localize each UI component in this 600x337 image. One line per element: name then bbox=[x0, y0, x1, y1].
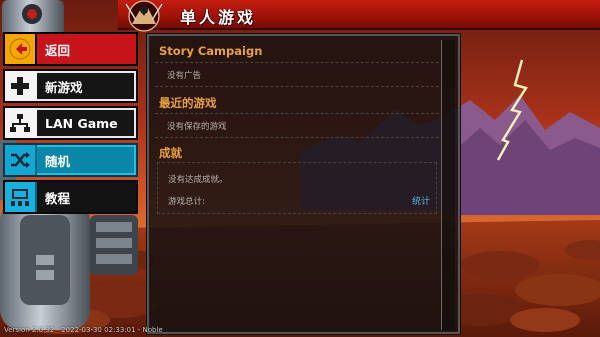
recent-games-status: 没有保存的游戏 bbox=[167, 122, 227, 132]
divider bbox=[155, 62, 439, 63]
achievements-title: 成就 bbox=[159, 146, 182, 160]
divider bbox=[155, 137, 439, 138]
panel-scrollbar-track[interactable] bbox=[441, 40, 455, 330]
plus-icon bbox=[5, 71, 37, 101]
warrior-emblem-icon bbox=[125, 0, 163, 32]
random-button[interactable]: 随机 bbox=[3, 143, 138, 177]
tutorial-button-label: 教程 bbox=[45, 190, 71, 206]
shuffle-icon bbox=[5, 145, 37, 175]
random-button-label: 随机 bbox=[45, 153, 71, 169]
achievements-box: 没有达成成就。 游戏总计: 统计 bbox=[157, 162, 437, 214]
tutorial-icon bbox=[5, 182, 37, 212]
games-total-label: 游戏总计: bbox=[168, 197, 205, 207]
story-campaign-title: Story Campaign bbox=[159, 44, 263, 58]
network-icon bbox=[5, 108, 37, 138]
new-game-button[interactable]: 新游戏 bbox=[3, 69, 138, 103]
story-campaign-status: 没有广告 bbox=[167, 71, 202, 81]
page-title: 单人游戏 bbox=[180, 8, 257, 27]
new-game-button-label: 新游戏 bbox=[45, 79, 83, 95]
version-text: Version 2.0.32 - 2022-03-30 02:33:01 - N… bbox=[4, 326, 163, 334]
lan-game-button[interactable]: LAN Game bbox=[3, 106, 138, 140]
divider bbox=[155, 113, 439, 114]
side-menu: 返回 新游戏 LAN Game 随机 教程 bbox=[3, 32, 138, 217]
tutorial-button[interactable]: 教程 bbox=[3, 180, 138, 214]
back-button-label: 返回 bbox=[45, 42, 71, 58]
statistics-link[interactable]: 统计 bbox=[412, 194, 430, 207]
back-arrow-icon bbox=[5, 34, 37, 64]
back-button[interactable]: 返回 bbox=[3, 32, 138, 66]
recent-games-title: 最近的游戏 bbox=[159, 96, 217, 110]
achievements-status: 没有达成成就。 bbox=[168, 175, 228, 185]
single-player-panel: Story Campaign 没有广告 最近的游戏 没有保存的游戏 成就 没有达… bbox=[147, 34, 460, 334]
divider bbox=[155, 86, 439, 87]
lan-game-button-label: LAN Game bbox=[45, 115, 118, 131]
